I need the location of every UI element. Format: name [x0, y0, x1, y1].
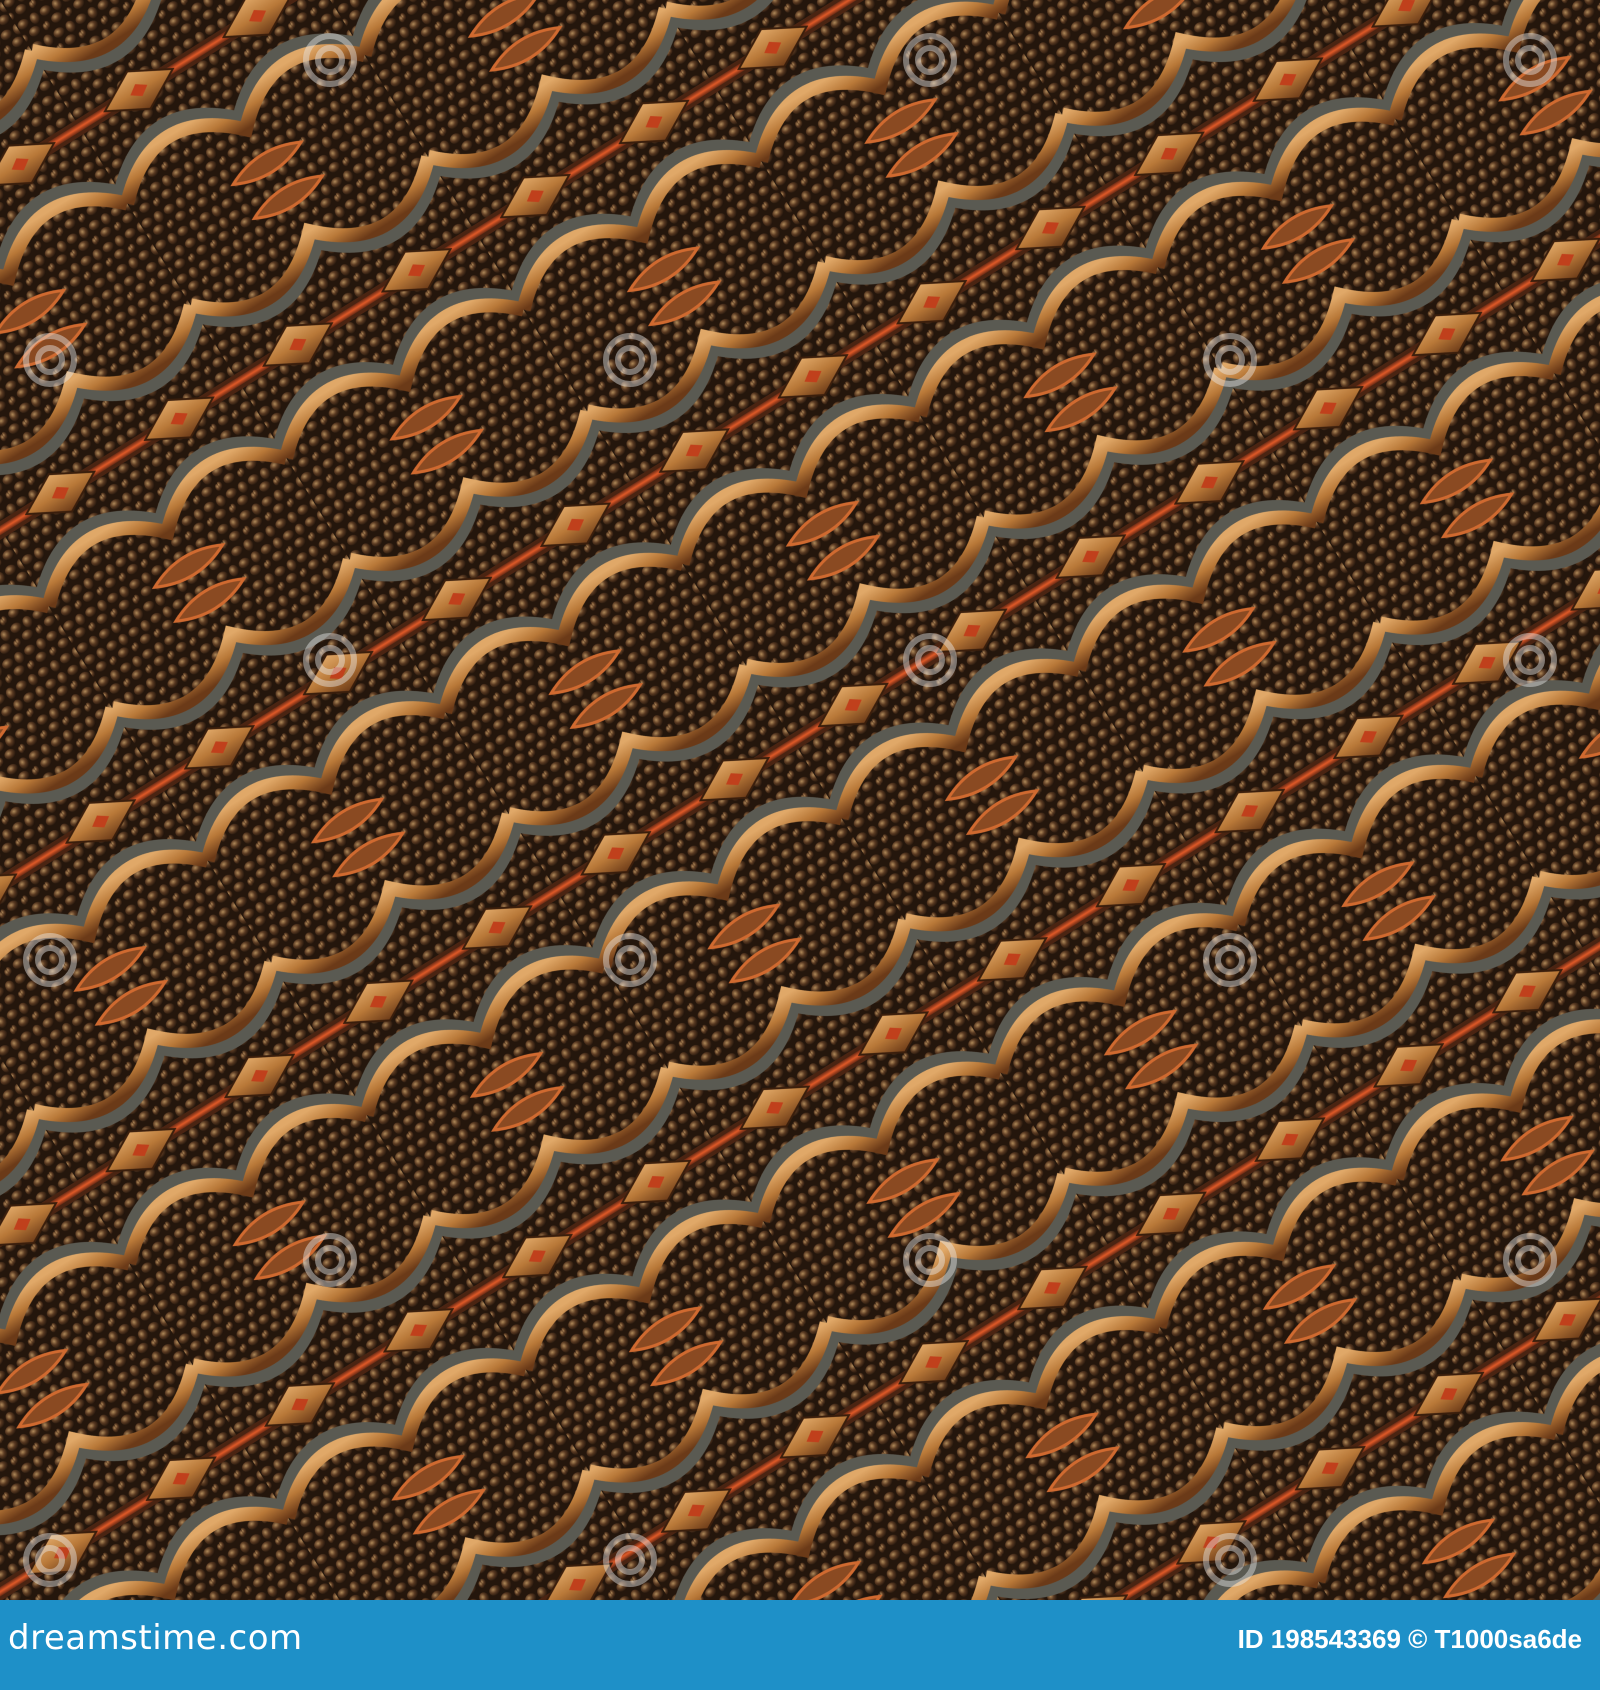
- footer-bar: dreamstime.com ID 198543369 © T1000sa6de: [0, 1600, 1600, 1690]
- brand-text: dreamstime.com: [8, 1618, 303, 1658]
- image-frame: dreamstime.com ID 198543369 © T1000sa6de: [0, 0, 1600, 1690]
- stock-id-label: ID 198543369 © T1000sa6de: [1237, 1624, 1582, 1654]
- pattern-artwork: [0, 0, 1600, 1600]
